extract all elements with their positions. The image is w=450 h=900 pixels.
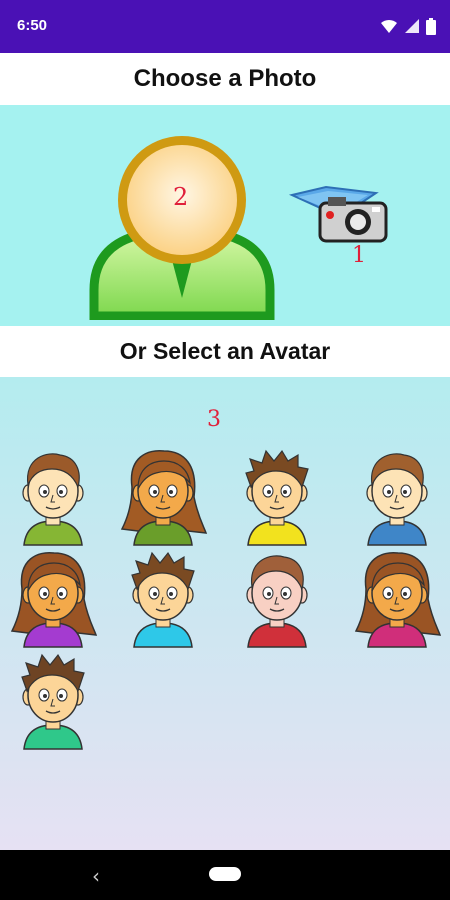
avatar-grid: 3 [0, 377, 450, 850]
avatar-option[interactable] [8, 651, 98, 751]
profile-photo-placeholder[interactable] [86, 130, 278, 321]
avatar-face-icon [246, 555, 308, 648]
section-title: Or Select an Avatar [119, 338, 331, 364]
avatar-option[interactable] [8, 447, 98, 547]
navigation-bar: ‹ [0, 850, 450, 900]
avatar-option[interactable] [118, 447, 208, 547]
avatar-option[interactable] [118, 549, 208, 649]
avatar-face-icon [21, 653, 85, 750]
home-button[interactable] [209, 867, 241, 881]
user-placeholder-icon [89, 136, 275, 321]
camera-number: 1 [352, 243, 366, 268]
avatar-face-icon [354, 551, 442, 648]
placeholder-number: 2 [173, 183, 189, 211]
avatar-face-icon [22, 453, 84, 546]
grid-number: 3 [207, 407, 221, 432]
status-bar: 6:50 [0, 0, 450, 53]
avatar-face-icon [245, 449, 309, 546]
camera-button[interactable] [288, 185, 388, 265]
page-title: Choose a Photo [133, 65, 317, 92]
signal-icon [405, 19, 419, 33]
wifi-icon [381, 19, 397, 33]
avatar-face-icon [120, 449, 208, 546]
status-icons [380, 16, 436, 36]
battery-icon [426, 17, 436, 35]
app-header: Choose a Photo [0, 53, 450, 105]
avatar-option[interactable] [232, 549, 322, 649]
back-icon[interactable]: ‹ [92, 864, 100, 888]
avatar-option[interactable] [352, 549, 442, 649]
status-time: 6:50 [17, 17, 48, 34]
avatar-option[interactable] [232, 447, 322, 547]
avatar-face-icon [366, 453, 428, 546]
avatar-section-header: Or Select an Avatar [0, 326, 450, 377]
camera-icon [288, 185, 388, 243]
avatar-option[interactable] [8, 549, 98, 649]
avatar-face-icon [10, 551, 98, 648]
avatar-face-icon [131, 551, 195, 648]
avatar-option[interactable] [352, 447, 442, 547]
photo-section: 2 1 [0, 105, 450, 326]
